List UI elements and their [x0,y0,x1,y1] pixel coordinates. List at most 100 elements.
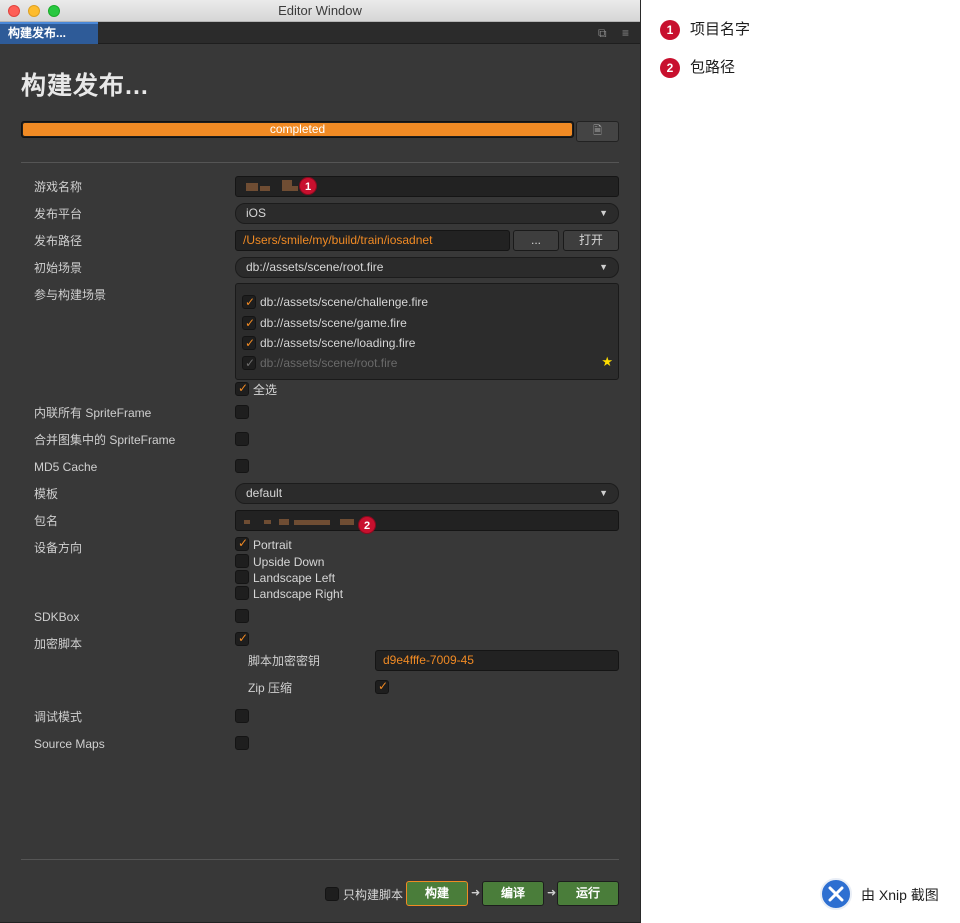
divider-bottom [21,859,619,860]
dropdown-arrow-icon: ▼ [599,488,608,498]
legend-number-2: 2 [660,58,680,78]
game-name-input[interactable] [235,176,619,197]
template-label: 模板 [34,487,59,501]
check-icon: ✓ [245,356,256,370]
scene-list: ✓ db://assets/scene/challenge.fire ✓ db:… [235,283,619,380]
scene-checkbox[interactable]: ✓ [242,316,256,330]
scene-checkbox: ✓ [242,356,256,370]
start-scene-value: db://assets/scene/root.fire [246,260,384,274]
dropdown-arrow-icon: ▼ [599,208,608,218]
build-path-input[interactable]: /Users/smile/my/build/train/iosadnet [235,230,510,251]
encrypt-js-label: 加密脚本 [34,637,83,651]
close-window-button[interactable] [8,5,20,17]
maximize-window-button[interactable] [48,5,60,17]
select-all-label: 全选 [253,383,278,397]
debug-mode-label: 调试模式 [34,710,83,724]
open-path-button[interactable]: 打开 [563,230,619,251]
xnip-logo-icon [820,878,852,910]
arrow-right-icon: ➜ [547,887,557,899]
merge-spriteframe-label: 合并图集中的 SpriteFrame [34,433,176,447]
dropdown-arrow-icon: ▼ [599,262,608,272]
scenes-label: 参与构建场景 [34,288,107,302]
open-log-button[interactable]: 🗎 [576,121,619,142]
annotation-marker-1: 1 [299,177,317,195]
inline-spriteframe-label: 内联所有 SpriteFrame [34,406,152,420]
upside-down-label: Upside Down [253,555,325,569]
run-button[interactable]: 运行 [557,881,619,906]
debug-mode-checkbox[interactable] [235,709,249,723]
tab-build[interactable]: 构建发布... [0,22,98,44]
source-maps-checkbox[interactable] [235,736,249,750]
landscape-right-label: Landscape Right [253,587,344,601]
portrait-checkbox[interactable]: ✓ [235,536,249,551]
legend-text-2: 包路径 [690,59,736,76]
orientation-label: 设备方向 [34,541,83,555]
template-select[interactable]: default ▼ [235,483,619,504]
game-name-label: 游戏名称 [34,180,83,194]
arrow-right-icon: ➜ [471,887,481,899]
window-title: Editor Window [278,3,362,18]
scene-path: db://assets/scene/game.fire [260,316,407,330]
minimize-window-button[interactable] [28,5,40,17]
check-icon: ✓ [238,536,249,550]
select-all-checkbox[interactable]: ✓ [235,381,249,396]
check-icon: ✓ [238,631,249,645]
tab-bar: 构建发布... ⧉ ≡ [0,22,640,44]
redacted-text [294,520,330,525]
title-bar: Editor Window [0,0,640,22]
log-file-icon: 🗎 [593,125,602,137]
xnip-watermark: 由 Xnip 截图 [861,887,939,903]
zip-compress-label: Zip 压缩 [248,681,293,695]
build-button[interactable]: 构建 [406,881,468,906]
check-icon: ✓ [245,316,256,330]
divider-top [21,162,619,163]
build-progress-bar: completed [21,121,574,138]
progress-status-text: completed [269,122,326,136]
package-name-input[interactable] [235,510,619,531]
start-scene-label: 初始场景 [34,261,83,275]
redacted-text [282,180,292,191]
check-icon: ✓ [238,381,249,395]
menu-icon[interactable]: ≡ [622,26,629,40]
sdkbox-checkbox[interactable] [235,609,249,623]
start-scene-select[interactable]: db://assets/scene/root.fire ▼ [235,257,619,278]
upside-down-checkbox[interactable] [235,554,249,568]
browse-path-button[interactable]: ... [513,230,559,251]
star-icon: ★ [601,354,613,369]
scene-path: db://assets/scene/root.fire [260,356,398,370]
md5-cache-checkbox[interactable] [235,459,249,473]
merge-spriteframe-checkbox[interactable] [235,432,249,446]
platform-select[interactable]: iOS ▼ [235,203,619,224]
redacted-text [279,519,289,525]
encrypt-key-label: 脚本加密密钥 [248,654,321,668]
legend-number-1: 1 [660,20,680,40]
package-name-label: 包名 [34,514,59,528]
only-script-label: 只构建脚本 [343,888,404,902]
platform-value: iOS [246,206,267,220]
template-value: default [246,486,283,500]
check-icon: ✓ [245,336,256,350]
encrypt-key-input[interactable]: d9e4fffe-7009-45 [375,650,619,671]
encrypt-js-checkbox[interactable]: ✓ [235,631,249,646]
scene-path: db://assets/scene/loading.fire [260,336,416,350]
scene-checkbox[interactable]: ✓ [242,295,256,309]
compile-button[interactable]: 编译 [482,881,544,906]
scene-checkbox[interactable]: ✓ [242,336,256,350]
page-title: 构建发布... [21,72,149,100]
legend-text-1: 项目名字 [690,21,751,38]
build-path-label: 发布路径 [34,234,83,248]
zip-compress-checkbox[interactable]: ✓ [375,679,389,694]
sdkbox-label: SDKBox [34,610,80,624]
annotation-marker-2: 2 [358,516,376,534]
redacted-text [340,519,354,525]
md5-cache-label: MD5 Cache [34,460,98,474]
landscape-left-checkbox[interactable] [235,570,249,584]
landscape-right-checkbox[interactable] [235,586,249,600]
restore-icon[interactable]: ⧉ [598,26,607,41]
inline-spriteframe-checkbox[interactable] [235,405,249,419]
only-script-checkbox[interactable] [325,887,339,901]
redacted-text [292,186,298,191]
portrait-label: Portrait [253,538,292,552]
redacted-text [260,186,270,191]
redacted-text [264,520,271,524]
